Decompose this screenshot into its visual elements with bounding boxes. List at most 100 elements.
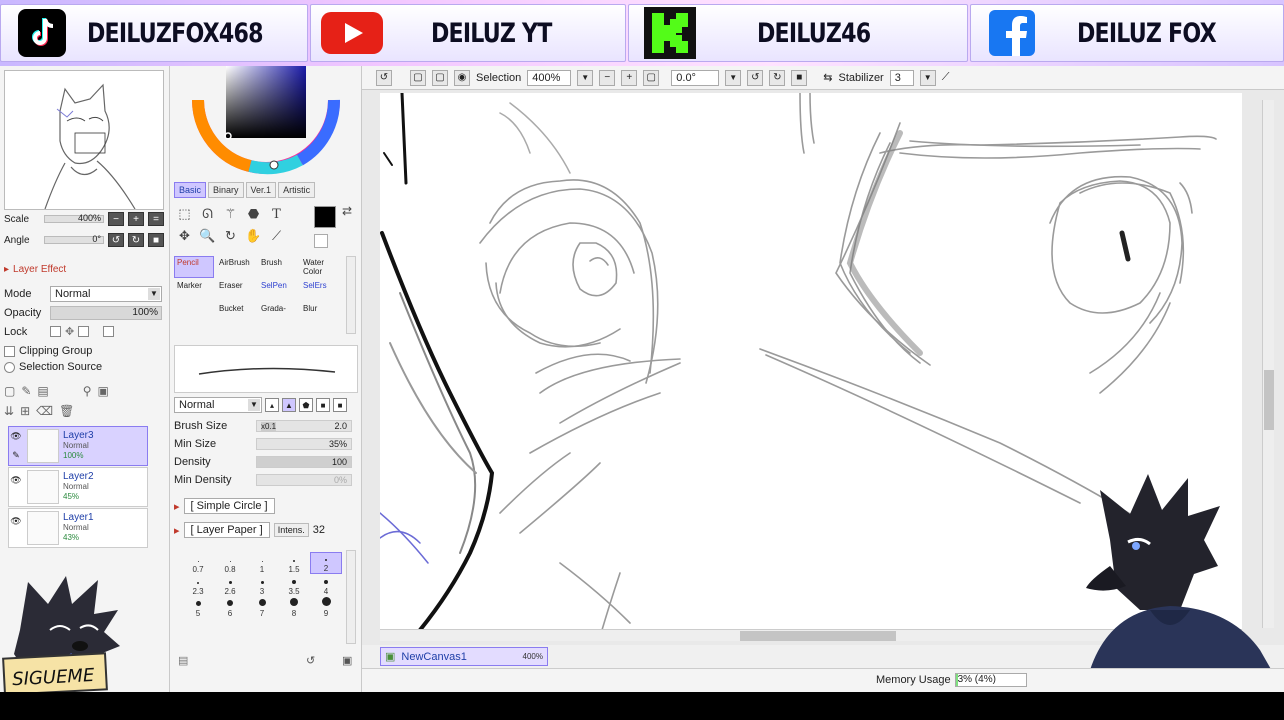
- rotate-cw-icon[interactable]: ↻: [769, 69, 786, 86]
- undo-icon[interactable]: ↺: [376, 69, 392, 86]
- size-preset[interactable]: 1.5: [278, 552, 310, 574]
- brush-size-slider[interactable]: x0.1 2.0: [256, 420, 352, 432]
- brush-grid-scrollbar[interactable]: [346, 256, 356, 334]
- brush-brush[interactable]: Brush: [258, 256, 298, 278]
- size-preset[interactable]: 2.6: [214, 574, 246, 596]
- density-slider[interactable]: 100: [256, 456, 352, 468]
- primary-color-swatch[interactable]: [314, 206, 336, 228]
- merge-icon[interactable]: ⚲: [83, 384, 92, 398]
- angle-slider[interactable]: 0°: [44, 234, 104, 244]
- eye-icon[interactable]: 👁: [10, 475, 21, 486]
- scale-slider[interactable]: 400%: [44, 213, 104, 223]
- size-preset[interactable]: 5: [182, 596, 214, 618]
- tab-binary[interactable]: Binary: [208, 182, 244, 198]
- size-preset[interactable]: 2.3: [182, 574, 214, 596]
- chevron-down-icon[interactable]: ▼: [577, 69, 594, 86]
- zoom-out-icon[interactable]: −: [599, 69, 616, 86]
- tab-basic[interactable]: Basic: [174, 182, 207, 198]
- layer-item-layer2[interactable]: 👁 Layer2 Normal 45%: [8, 467, 148, 507]
- zoom-icon[interactable]: 🔍: [197, 226, 218, 246]
- zoom-in-button[interactable]: +: [128, 212, 144, 226]
- flip-horizontal-icon[interactable]: ⇆: [823, 71, 832, 84]
- zoom-in-icon[interactable]: +: [621, 69, 638, 86]
- lock-position-checkbox[interactable]: [78, 326, 90, 337]
- new-layer-icon[interactable]: ▢: [4, 384, 15, 398]
- rotate-icon[interactable]: ↻: [220, 226, 241, 246]
- transparent-color-swatch[interactable]: [314, 234, 328, 248]
- text-icon[interactable]: T: [266, 204, 287, 224]
- brush-bucket[interactable]: Bucket: [216, 302, 256, 324]
- min-density-slider[interactable]: 0%: [256, 474, 352, 486]
- clear-layer-icon[interactable]: ⌫: [36, 404, 53, 418]
- size-preset[interactable]: 3: [246, 574, 278, 596]
- zoom-field[interactable]: 400%: [527, 69, 572, 86]
- brush-watercolor[interactable]: Water Color: [300, 256, 340, 278]
- horizontal-scroll-thumb[interactable]: [740, 631, 896, 641]
- tab-artistic[interactable]: Artistic: [278, 182, 316, 198]
- size-preset[interactable]: 0.7: [182, 552, 214, 574]
- clipping-row[interactable]: Clipping Group: [4, 345, 92, 357]
- zoom-out-button[interactable]: −: [108, 212, 124, 226]
- fill-select-icon[interactable]: ⬣: [243, 204, 264, 224]
- size-preset-scrollbar[interactable]: [346, 550, 356, 644]
- rotate-right-button[interactable]: ↻: [128, 233, 144, 247]
- selection-source-checkbox[interactable]: [4, 361, 15, 373]
- redo-icon[interactable]: ▢: [410, 69, 426, 86]
- rect-select-icon[interactable]: ⬚: [174, 204, 195, 224]
- brush-shape-select[interactable]: [ Simple Circle ]: [183, 498, 275, 514]
- brush-empty[interactable]: [174, 302, 214, 324]
- size-preset[interactable]: 4: [310, 574, 342, 596]
- zoom-reset-button[interactable]: =: [148, 212, 164, 226]
- rotate-ccw-icon[interactable]: ↺: [747, 69, 764, 86]
- size-preset[interactable]: 8: [278, 596, 310, 618]
- edge-harder-icon[interactable]: ■: [316, 398, 330, 412]
- lock-paint-checkbox[interactable]: [103, 326, 115, 337]
- swap-colors-icon[interactable]: ⇄: [342, 204, 352, 218]
- brush-selers[interactable]: SelErs: [300, 279, 340, 301]
- tab-ver1[interactable]: Ver.1: [245, 182, 277, 198]
- vertical-scroll-thumb[interactable]: [1264, 370, 1274, 430]
- brush-blur[interactable]: Blur: [300, 302, 340, 324]
- size-preset[interactable]: 7: [246, 596, 278, 618]
- zoom-fit-icon[interactable]: ▢: [643, 69, 660, 86]
- save-preset-icon[interactable]: ▣: [342, 654, 352, 667]
- brush-airbrush[interactable]: AirBrush: [216, 256, 256, 278]
- selection-source-row[interactable]: Selection Source: [4, 361, 102, 373]
- new-vector-layer-icon[interactable]: ✎: [21, 384, 31, 398]
- merge-down-icon[interactable]: ⊞: [20, 404, 30, 418]
- edge-hard-icon[interactable]: ⬟: [299, 398, 313, 412]
- size-preset[interactable]: 1: [246, 552, 278, 574]
- brush-texture-select[interactable]: [ Layer Paper ]: [183, 522, 270, 538]
- mode-select[interactable]: Normal ▼: [50, 286, 162, 302]
- rotate-reset-icon[interactable]: ■: [791, 69, 808, 86]
- rotate-reset-button[interactable]: ■: [148, 233, 164, 247]
- intens-value[interactable]: 32: [313, 524, 325, 536]
- layer-item-layer1[interactable]: 👁 Layer1 Normal 43%: [8, 508, 148, 548]
- straight-line-icon[interactable]: ⟋: [942, 71, 950, 84]
- chevron-down-icon[interactable]: ▼: [725, 69, 742, 86]
- rotate-left-button[interactable]: ↺: [108, 233, 124, 247]
- size-preset[interactable]: 6: [214, 596, 246, 618]
- layer-item-layer3[interactable]: 👁 ✎ Layer3 Normal 100%: [8, 426, 148, 466]
- delete-layer-icon[interactable]: 🗑: [59, 404, 74, 418]
- navigator-preview[interactable]: [4, 70, 164, 210]
- deselect-icon[interactable]: ▢: [432, 69, 448, 86]
- move-icon[interactable]: ✥: [174, 226, 195, 246]
- edge-soft-icon[interactable]: ▴: [265, 398, 279, 412]
- new-folder-icon[interactable]: ▤: [37, 384, 48, 398]
- reset-icon[interactable]: ↺: [306, 654, 315, 667]
- size-preset[interactable]: 0.8: [214, 552, 246, 574]
- settings-icon[interactable]: ▤: [178, 654, 188, 667]
- edge-mid-icon[interactable]: ▲: [282, 398, 296, 412]
- clipping-checkbox[interactable]: [4, 345, 15, 357]
- opacity-slider[interactable]: 100%: [50, 306, 162, 320]
- brush-eraser[interactable]: Eraser: [216, 279, 256, 301]
- brush-gradation[interactable]: Grada-: [258, 302, 298, 324]
- edge-hardest-icon[interactable]: ■: [333, 398, 347, 412]
- transfer-down-icon[interactable]: ⇊: [4, 404, 14, 418]
- color-wheel[interactable]: [190, 66, 346, 176]
- size-preset[interactable]: 3.5: [278, 574, 310, 596]
- layer-effect-header[interactable]: ▸ Layer Effect: [4, 264, 66, 275]
- lock-icon[interactable]: ▣: [98, 384, 109, 398]
- chevron-down-icon[interactable]: ▼: [919, 69, 936, 86]
